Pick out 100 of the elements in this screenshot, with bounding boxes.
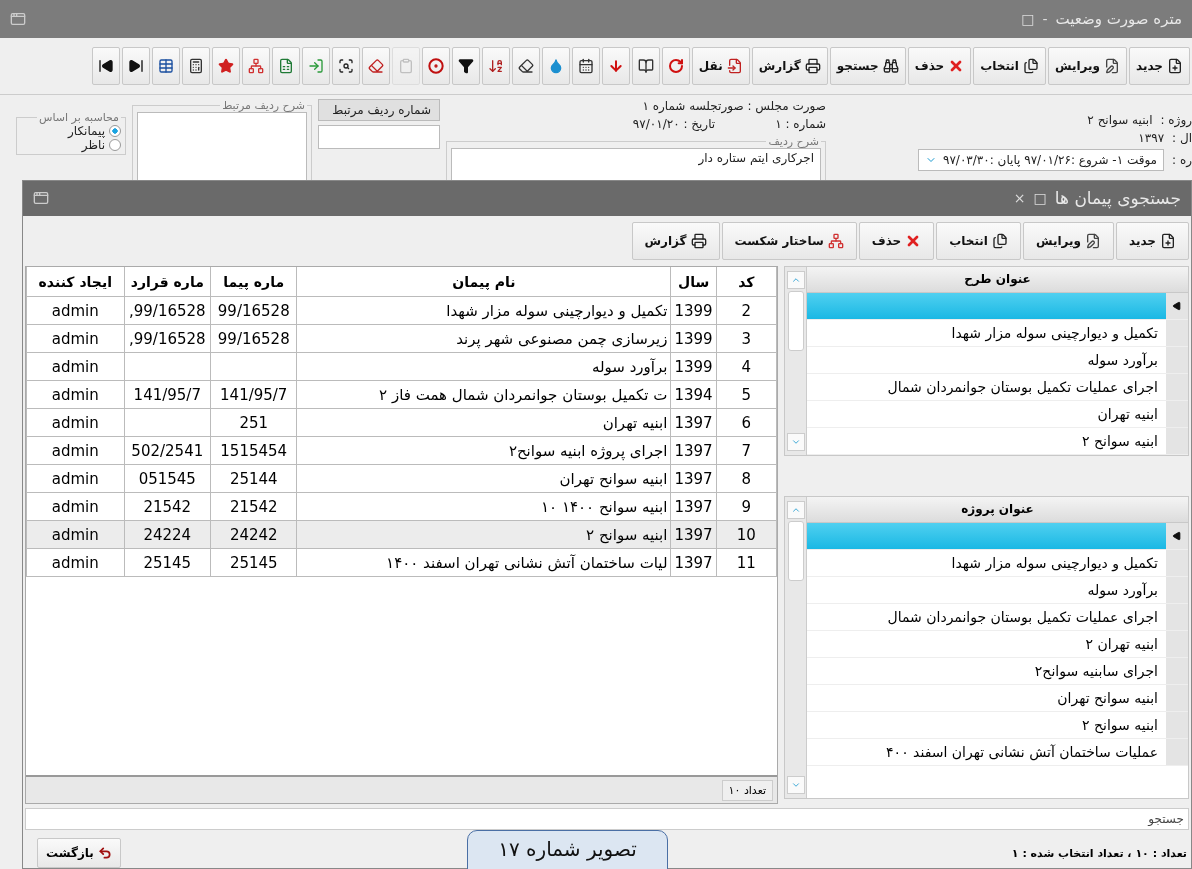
star-icon [217, 58, 234, 74]
toolbar-icon-button[interactable] [331, 47, 360, 85]
table-cell: 99/16528 [210, 296, 297, 325]
table-cell: زیرسازی چمن مصنوعی شهر پرند [296, 324, 671, 353]
project-value: ابنیه سوانح ۲ [1087, 113, 1153, 127]
scroll-thumb[interactable] [787, 520, 804, 581]
period-dropdown[interactable]: موقت ۱- شروع :۹۷/۰۱/۲۶ پایان :۹۷/۰۳/۳۰ [917, 149, 1165, 171]
spreadsheet-icon [277, 58, 294, 74]
period-label: ره : [1172, 153, 1192, 167]
toolbar-button[interactable]: ویرایش [1022, 221, 1114, 260]
table-cell: 1399 [670, 352, 717, 381]
year-value: ۱۳۹۷ [1138, 131, 1165, 145]
table-cell: 4 [716, 352, 777, 381]
table-cell: 99/16528 [210, 324, 297, 353]
list-item[interactable]: برآورد سوله [807, 346, 1188, 374]
toolbar-button[interactable]: جدید [1115, 221, 1189, 260]
window-control[interactable]: □ [1033, 190, 1047, 207]
number-text: شماره : ۱ [775, 117, 826, 131]
table-icon [157, 58, 174, 74]
list-item[interactable]: اجرای عملیات تکمیل بوستان جوانمردان شمال [807, 373, 1188, 401]
last-record-icon [127, 58, 144, 74]
toolbar-icon-button[interactable] [631, 47, 660, 85]
year-label: ال : [1172, 131, 1192, 145]
target-icon [427, 58, 444, 74]
toolbar-icon-button[interactable] [571, 47, 600, 85]
toolbar-button[interactable]: ساختار شکست [721, 221, 857, 260]
table-cell: 1399 [670, 324, 717, 353]
list-item[interactable]: اجرای عملیات تکمیل بوستان جوانمردان شمال [807, 603, 1188, 631]
toolbar-icon-button[interactable] [91, 47, 120, 85]
toolbar-icon-button[interactable] [121, 47, 150, 85]
toolbar-icon-button[interactable] [481, 47, 510, 85]
toolbar-icon-button[interactable] [421, 47, 450, 85]
toolbar-icon-button[interactable] [511, 47, 540, 85]
first-record-icon [97, 58, 114, 74]
project-label: روژه : [1160, 113, 1192, 127]
search-field[interactable]: جستجو [25, 808, 1189, 830]
documents-icon [991, 232, 1008, 249]
hierarchy-icon [827, 232, 844, 249]
table-cell: 141/95/7 [124, 380, 211, 409]
table-cell: 1397 [670, 548, 717, 577]
toolbar-button[interactable]: حذف [907, 47, 972, 85]
sort-icon [487, 58, 504, 74]
new-file-icon [1160, 232, 1176, 249]
toolbar-button[interactable]: نقل [691, 47, 750, 85]
table-cell: 10 [716, 520, 777, 549]
toolbar-button[interactable]: انتخاب [936, 221, 1021, 260]
table-cell: 251 [210, 408, 297, 437]
related-description-field[interactable] [137, 112, 307, 182]
row-pointer-icon [1172, 530, 1182, 541]
column-header: عنوان پروژه [807, 496, 1188, 523]
radio-indicator[interactable] [109, 139, 121, 151]
list-item[interactable]: تکمیل و دیوارچینی سوله مزار شهدا [807, 319, 1188, 347]
table-cell: 1399 [670, 296, 717, 325]
toolbar-button[interactable]: انتخاب [973, 47, 1046, 85]
table-cell: 7 [716, 436, 777, 465]
list-item[interactable]: ابنیه سوانح تهران [807, 684, 1188, 712]
toolbar-button[interactable]: ویرایش [1047, 47, 1127, 85]
minutes-text: صورت مجلس : صورتجلسه شماره ۱ [642, 99, 826, 113]
table-cell: برآورد سوله [296, 352, 671, 381]
list-item[interactable]: ابنیه سوانح ۲ [807, 711, 1188, 739]
table-cell: 1515454 [210, 436, 297, 465]
table-cell: 9 [716, 492, 777, 521]
table-cell: admin [26, 520, 125, 549]
scroll-thumb[interactable] [787, 290, 804, 351]
caption-box: تصویر شماره ۱۷ [467, 830, 668, 869]
list-item[interactable]: اجرای سابنیه سوانح۲ [807, 657, 1188, 685]
window-control[interactable]: × [1013, 190, 1026, 207]
list-item[interactable]: ابنیه تهران ۲ [807, 630, 1188, 658]
table-cell: ابنیه سوانح ۱۴۰۰ ۱۰ [296, 492, 671, 521]
printer-icon [690, 232, 707, 249]
scrollbar[interactable] [785, 266, 807, 455]
list-item[interactable]: ابنیه تهران [807, 400, 1188, 428]
toolbar-button[interactable]: جستجو [829, 47, 906, 85]
column-header: ماره پیما [210, 266, 297, 297]
table-cell: ابنیه سوانح تهران [296, 464, 671, 493]
toolbar-icon-button[interactable] [181, 47, 210, 85]
toolbar-icon-button[interactable] [151, 47, 180, 85]
hierarchy-icon [247, 58, 264, 74]
table-cell: admin [26, 492, 125, 521]
status-text: تعداد : ۱۰ ، تعداد انتخاب شده : ۱ [1011, 846, 1187, 860]
table-cell: 051545 [124, 464, 211, 493]
toolbar-button[interactable]: گزارش [751, 47, 828, 85]
list-item[interactable]: برآورد سوله [807, 576, 1188, 604]
toolbar-button[interactable]: حذف [858, 221, 935, 260]
column-header: عنوان طرح [807, 266, 1188, 293]
toolbar-icon-button[interactable] [451, 47, 480, 85]
radio-indicator[interactable] [109, 125, 121, 137]
group-label: شرح ردیف [767, 135, 820, 148]
list-item[interactable]: عملیات ساختمان آتش نشانی تهران اسفند ۴۰۰ [807, 738, 1188, 766]
table-cell: 502/2541 [124, 436, 211, 465]
toolbar-button[interactable]: جدید [1128, 47, 1190, 85]
list-item[interactable]: ابنیه سوانح ۲ [807, 427, 1188, 455]
back-button[interactable]: بازگشت [37, 838, 121, 868]
radio-option[interactable]: ناظر [21, 138, 121, 152]
radio-option[interactable]: پیمانکار [21, 124, 121, 138]
list-item[interactable]: تکمیل و دیوارچینی سوله مزار شهدا [807, 549, 1188, 577]
toolbar-button[interactable]: گزارش [631, 221, 720, 260]
scrollbar[interactable] [785, 496, 807, 798]
column-header: نام پیمان [296, 266, 671, 297]
table-cell: 21542 [124, 492, 211, 521]
